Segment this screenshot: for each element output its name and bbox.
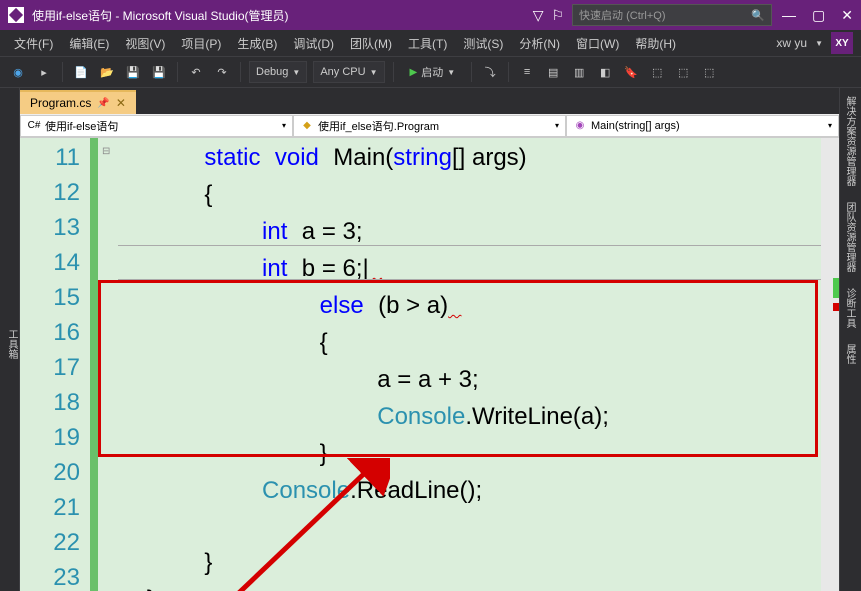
method-dropdown[interactable]: ◉ Main(string[] args) ▾ (566, 115, 839, 137)
rail-team-explorer[interactable]: 团队资源管理器 (840, 194, 861, 280)
pin-icon[interactable]: 📌 (97, 98, 109, 109)
nav-strip: C# 使用if-else语句 ▾ ◆ 使用if_else语句.Program ▾… (20, 114, 839, 138)
menu-file[interactable]: 文件(F) (8, 33, 59, 54)
scroll-change-indicator (833, 278, 839, 298)
menubar: 文件(F) 编辑(E) 视图(V) 项目(P) 生成(B) 调试(D) 团队(M… (0, 30, 861, 56)
tb-extra2[interactable]: ⬚ (673, 62, 693, 82)
bookmark2-button[interactable]: 🔖 (621, 62, 641, 82)
user-name[interactable]: xw yu (776, 36, 807, 50)
window-title: 使用if-else语句 - Microsoft Visual Studio(管理… (32, 7, 533, 24)
class-icon: ◆ (300, 119, 314, 133)
play-icon: ▶ (410, 67, 418, 78)
redo-button[interactable]: ↷ (212, 62, 232, 82)
window-controls: — ▢ ✕ (782, 7, 853, 24)
outline-column[interactable]: ⊟ (102, 138, 118, 591)
uncomment-button[interactable]: ▥ (569, 62, 589, 82)
maximize-button[interactable]: ▢ (812, 7, 825, 24)
scroll-error-indicator (833, 303, 839, 311)
class-dropdown[interactable]: ◆ 使用if_else语句.Program ▾ (293, 115, 566, 137)
bookmark-button[interactable]: ◧ (595, 62, 615, 82)
code-editor[interactable]: 11121314151617181920212223 ⊟ static void… (20, 138, 839, 591)
search-placeholder: 快速启动 (Ctrl+Q) (579, 7, 665, 23)
tab-strip: Program.cs 📌 ✕ (20, 88, 839, 114)
start-label: 启动 (421, 64, 443, 80)
change-margin (90, 138, 98, 591)
indent-button[interactable]: ≡ (517, 62, 537, 82)
nav-back-button[interactable]: ◉ (8, 62, 28, 82)
close-tab-icon[interactable]: ✕ (116, 96, 126, 110)
tb-extra3[interactable]: ⬚ (699, 62, 719, 82)
csharp-icon: C# (27, 119, 41, 133)
menu-test[interactable]: 测试(S) (457, 33, 509, 54)
feedback-icon[interactable]: ⚐ (551, 7, 564, 24)
rail-solution-explorer[interactable]: 解决方案资源管理器 (840, 88, 861, 194)
line-numbers: 11121314151617181920212223 (20, 138, 90, 591)
titlebar-search-area: ▽ ⚐ 快速启动 (Ctrl+Q) 🔍 (533, 4, 772, 26)
menu-tools[interactable]: 工具(T) (402, 33, 453, 54)
menu-edit[interactable]: 编辑(E) (63, 33, 115, 54)
current-line-highlight (118, 245, 821, 280)
right-rail: 解决方案资源管理器 团队资源管理器 诊断工具 属性 (839, 88, 861, 591)
comment-button[interactable]: ▤ (543, 62, 563, 82)
config-dropdown[interactable]: Debug ▼ (249, 61, 307, 83)
step-button[interactable]: ⤵ (480, 62, 500, 82)
code-text[interactable]: static void Main(string[] args) { int a … (118, 138, 821, 591)
content-area: 工具箱 Program.cs 📌 ✕ C# 使用if-else语句 ▾ ◆ 使用… (0, 88, 861, 591)
open-button[interactable]: 📂 (97, 62, 117, 82)
platform-value: Any CPU (320, 66, 365, 78)
menu-team[interactable]: 团队(M) (344, 33, 398, 54)
quick-launch-input[interactable]: 快速启动 (Ctrl+Q) 🔍 (572, 4, 772, 26)
menu-view[interactable]: 视图(V) (119, 33, 171, 54)
toolbox-rail[interactable]: 工具箱 (0, 88, 20, 591)
undo-button[interactable]: ↶ (186, 62, 206, 82)
method-icon: ◉ (573, 119, 587, 133)
search-icon: 🔍 (751, 9, 765, 22)
save-button[interactable]: 💾 (123, 62, 143, 82)
close-button[interactable]: ✕ (841, 7, 853, 24)
menu-build[interactable]: 生成(B) (231, 33, 283, 54)
rail-diagnostics[interactable]: 诊断工具 (840, 280, 861, 336)
titlebar: 使用if-else语句 - Microsoft Visual Studio(管理… (0, 0, 861, 30)
rail-properties[interactable]: 属性 (840, 336, 861, 372)
user-badge[interactable]: XY (831, 32, 853, 54)
menu-debug[interactable]: 调试(D) (287, 33, 340, 54)
editor-area: Program.cs 📌 ✕ C# 使用if-else语句 ▾ ◆ 使用if_e… (20, 88, 839, 591)
chevron-down-icon[interactable]: ▼ (815, 39, 823, 48)
start-button[interactable]: ▶ 启动 ▼ (402, 61, 464, 83)
menu-analyze[interactable]: 分析(N) (513, 33, 566, 54)
toolbar: ◉ ▸ 📄 📂 💾 💾 ↶ ↷ Debug ▼ Any CPU ▼ ▶ 启动 ▼… (0, 56, 861, 88)
notification-icon[interactable]: ▽ (533, 7, 544, 24)
scroll-map[interactable] (821, 138, 839, 591)
project-dropdown[interactable]: C# 使用if-else语句 ▾ (20, 115, 293, 137)
save-all-button[interactable]: 💾 (149, 62, 169, 82)
document-tab[interactable]: Program.cs 📌 ✕ (20, 90, 136, 114)
tb-extra1[interactable]: ⬚ (647, 62, 667, 82)
nav-forward-button[interactable]: ▸ (34, 62, 54, 82)
menu-window[interactable]: 窗口(W) (570, 33, 625, 54)
minimize-button[interactable]: — (782, 7, 796, 24)
tab-title: Program.cs (30, 96, 91, 110)
new-project-button[interactable]: 📄 (71, 62, 91, 82)
config-value: Debug (256, 66, 288, 78)
platform-dropdown[interactable]: Any CPU ▼ (313, 61, 384, 83)
menu-help[interactable]: 帮助(H) (629, 33, 682, 54)
vs-logo-icon (8, 7, 24, 23)
menu-project[interactable]: 项目(P) (175, 33, 227, 54)
